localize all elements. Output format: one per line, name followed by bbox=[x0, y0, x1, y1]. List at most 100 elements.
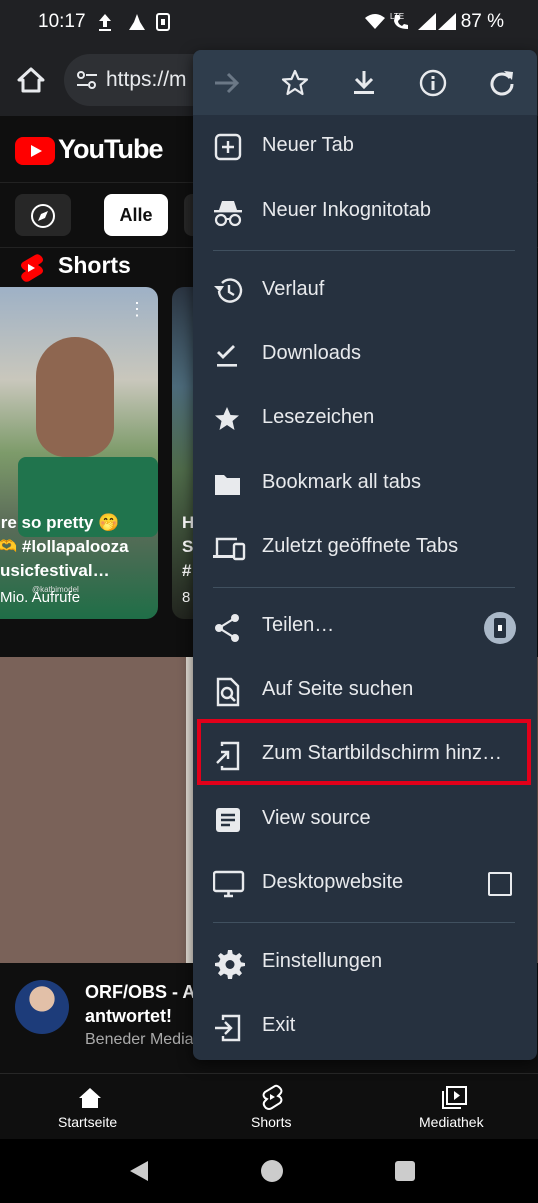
short-card-1[interactable]: ⋮ @kathimodel ’re so pretty 🤭 🫶 #lollapa… bbox=[0, 287, 158, 619]
share-icon bbox=[215, 614, 239, 642]
menu-item-label: Downloads bbox=[262, 342, 361, 364]
gear-icon bbox=[215, 950, 245, 979]
nav-shorts-label: Shorts bbox=[251, 1114, 292, 1130]
star-icon bbox=[215, 407, 239, 430]
bottom-navigation: Startseite Shorts Mediathek bbox=[0, 1073, 538, 1140]
menu-item-label: Bookmark all tabs bbox=[262, 471, 421, 493]
back-icon[interactable] bbox=[128, 1159, 150, 1183]
menu-item-label: Neuer Tab bbox=[262, 134, 354, 156]
system-navigation bbox=[0, 1139, 538, 1203]
nav-home[interactable]: Startseite bbox=[44, 1084, 136, 1136]
signal-icon-1 bbox=[418, 13, 436, 30]
menu-item-share[interactable]: Teilen… bbox=[193, 595, 537, 659]
app-notification-icon bbox=[129, 14, 145, 30]
menu-item-settings[interactable]: Einstellungen bbox=[193, 931, 537, 995]
menu-item-label: Verlauf bbox=[262, 278, 325, 300]
menu-item-label: Neuer Inkognitotab bbox=[262, 199, 432, 221]
menu-item-recent-tabs[interactable]: Zuletzt geöffnete Tabs bbox=[193, 516, 537, 580]
lte-call-icon: LTE bbox=[390, 12, 408, 29]
menu-item-bookmark-all-tabs[interactable]: Bookmark all tabs bbox=[193, 452, 537, 516]
youtube-logo-icon[interactable] bbox=[15, 137, 55, 165]
video-title-line1[interactable]: ORF/OBS - A bbox=[85, 982, 195, 1003]
reload-icon[interactable] bbox=[482, 64, 522, 102]
menu-item-desktop-site[interactable]: Desktopwebsite bbox=[193, 852, 537, 916]
video-channel-name[interactable]: Beneder Media bbox=[85, 1031, 194, 1049]
wifi-icon bbox=[365, 14, 385, 29]
short2-views: 8 bbox=[182, 589, 191, 606]
menu-item-find-in-page[interactable]: Auf Seite suchen bbox=[193, 659, 537, 723]
recents-icon[interactable] bbox=[394, 1160, 416, 1182]
menu-item-label: Desktopwebsite bbox=[262, 871, 404, 893]
desktop-icon bbox=[213, 870, 245, 898]
bookmark-star-icon[interactable] bbox=[275, 64, 315, 102]
sim-icon bbox=[156, 13, 170, 31]
youtube-logo-text: YouTube bbox=[58, 134, 163, 164]
library-icon bbox=[442, 1086, 467, 1109]
menu-divider bbox=[213, 587, 515, 588]
nav-library[interactable]: Mediathek bbox=[412, 1084, 498, 1136]
menu-item-label: View source bbox=[262, 807, 371, 829]
menu-item-downloads[interactable]: Downloads bbox=[193, 323, 537, 387]
incognito-icon bbox=[214, 201, 242, 227]
history-icon bbox=[214, 278, 243, 303]
menu-divider bbox=[213, 922, 515, 923]
share-target-app-icon[interactable] bbox=[483, 611, 517, 645]
download-icon[interactable] bbox=[344, 64, 384, 102]
menu-item-label: Einstellungen bbox=[262, 950, 383, 972]
menu-item-new-tab[interactable]: Neuer Tab bbox=[193, 115, 537, 179]
forward-icon[interactable] bbox=[207, 64, 247, 102]
shorts-icon bbox=[262, 1084, 283, 1110]
menu-item-history[interactable]: Verlauf bbox=[193, 259, 537, 323]
short-caption-1: ’re so pretty 🤭 bbox=[0, 513, 120, 532]
status-bar: 10:17 LTE 87 % bbox=[0, 0, 538, 46]
menu-item-label: Exit bbox=[262, 1014, 296, 1036]
nav-shorts[interactable]: Shorts bbox=[236, 1084, 308, 1136]
browser-menu: Neuer Tab Neuer Inkognitotab Verlauf Dow… bbox=[193, 50, 537, 1060]
short-caption-3: usicfestival… bbox=[0, 561, 110, 580]
article-icon bbox=[216, 808, 240, 832]
menu-item-bookmarks[interactable]: Lesezeichen bbox=[193, 387, 537, 451]
more-options-icon[interactable]: ⋮ bbox=[128, 299, 146, 320]
menu-item-label: Lesezeichen bbox=[262, 406, 375, 428]
home-icon[interactable] bbox=[16, 66, 46, 94]
shorts-logo-icon bbox=[21, 254, 43, 282]
info-icon[interactable] bbox=[413, 64, 453, 102]
upload-icon bbox=[99, 14, 111, 31]
shorts-section-title: Shorts bbox=[58, 252, 131, 278]
menu-item-view-source[interactable]: View source bbox=[193, 788, 537, 852]
compass-icon bbox=[31, 204, 55, 228]
find-in-page-icon bbox=[216, 677, 240, 707]
url-text: https://m bbox=[106, 68, 187, 91]
short-caption-2: 🫶 #lollapalooza bbox=[0, 537, 129, 556]
channel-avatar[interactable] bbox=[15, 980, 69, 1034]
menu-divider bbox=[213, 250, 515, 251]
signal-icon-2 bbox=[438, 13, 456, 30]
site-settings-icon[interactable] bbox=[76, 70, 98, 90]
home-circle-icon[interactable] bbox=[260, 1159, 284, 1183]
explore-chip[interactable] bbox=[15, 194, 71, 236]
video-title-line2[interactable]: antwortet! bbox=[85, 1006, 172, 1027]
menu-item-label: Teilen… bbox=[262, 614, 335, 636]
desktop-site-checkbox[interactable] bbox=[488, 872, 512, 896]
exit-icon bbox=[215, 1014, 241, 1042]
short2-caption-3: # bbox=[182, 561, 192, 580]
battery-level: 87 % bbox=[460, 11, 504, 32]
new-tab-icon bbox=[214, 133, 242, 161]
menu-item-exit[interactable]: Exit bbox=[193, 995, 537, 1059]
chip-all[interactable]: Alle bbox=[104, 194, 168, 236]
home-filled-icon bbox=[79, 1088, 101, 1108]
short-views: Mio. Aufrufe bbox=[0, 589, 81, 606]
folder-icon bbox=[215, 475, 240, 495]
short-thumbnail-person bbox=[36, 337, 114, 457]
nav-home-label: Startseite bbox=[58, 1114, 118, 1130]
highlight-box bbox=[197, 719, 531, 785]
short2-caption-2: S bbox=[182, 537, 194, 556]
downloads-icon bbox=[217, 345, 237, 367]
menu-item-incognito-tab[interactable]: Neuer Inkognitotab bbox=[193, 180, 537, 244]
nav-library-label: Mediathek bbox=[419, 1114, 484, 1130]
status-time: 10:17 bbox=[38, 11, 86, 32]
menu-item-label: Zuletzt geöffnete Tabs bbox=[262, 535, 459, 557]
menu-item-label: Auf Seite suchen bbox=[262, 678, 414, 700]
devices-icon bbox=[213, 537, 246, 561]
menu-toolbar bbox=[193, 50, 537, 115]
